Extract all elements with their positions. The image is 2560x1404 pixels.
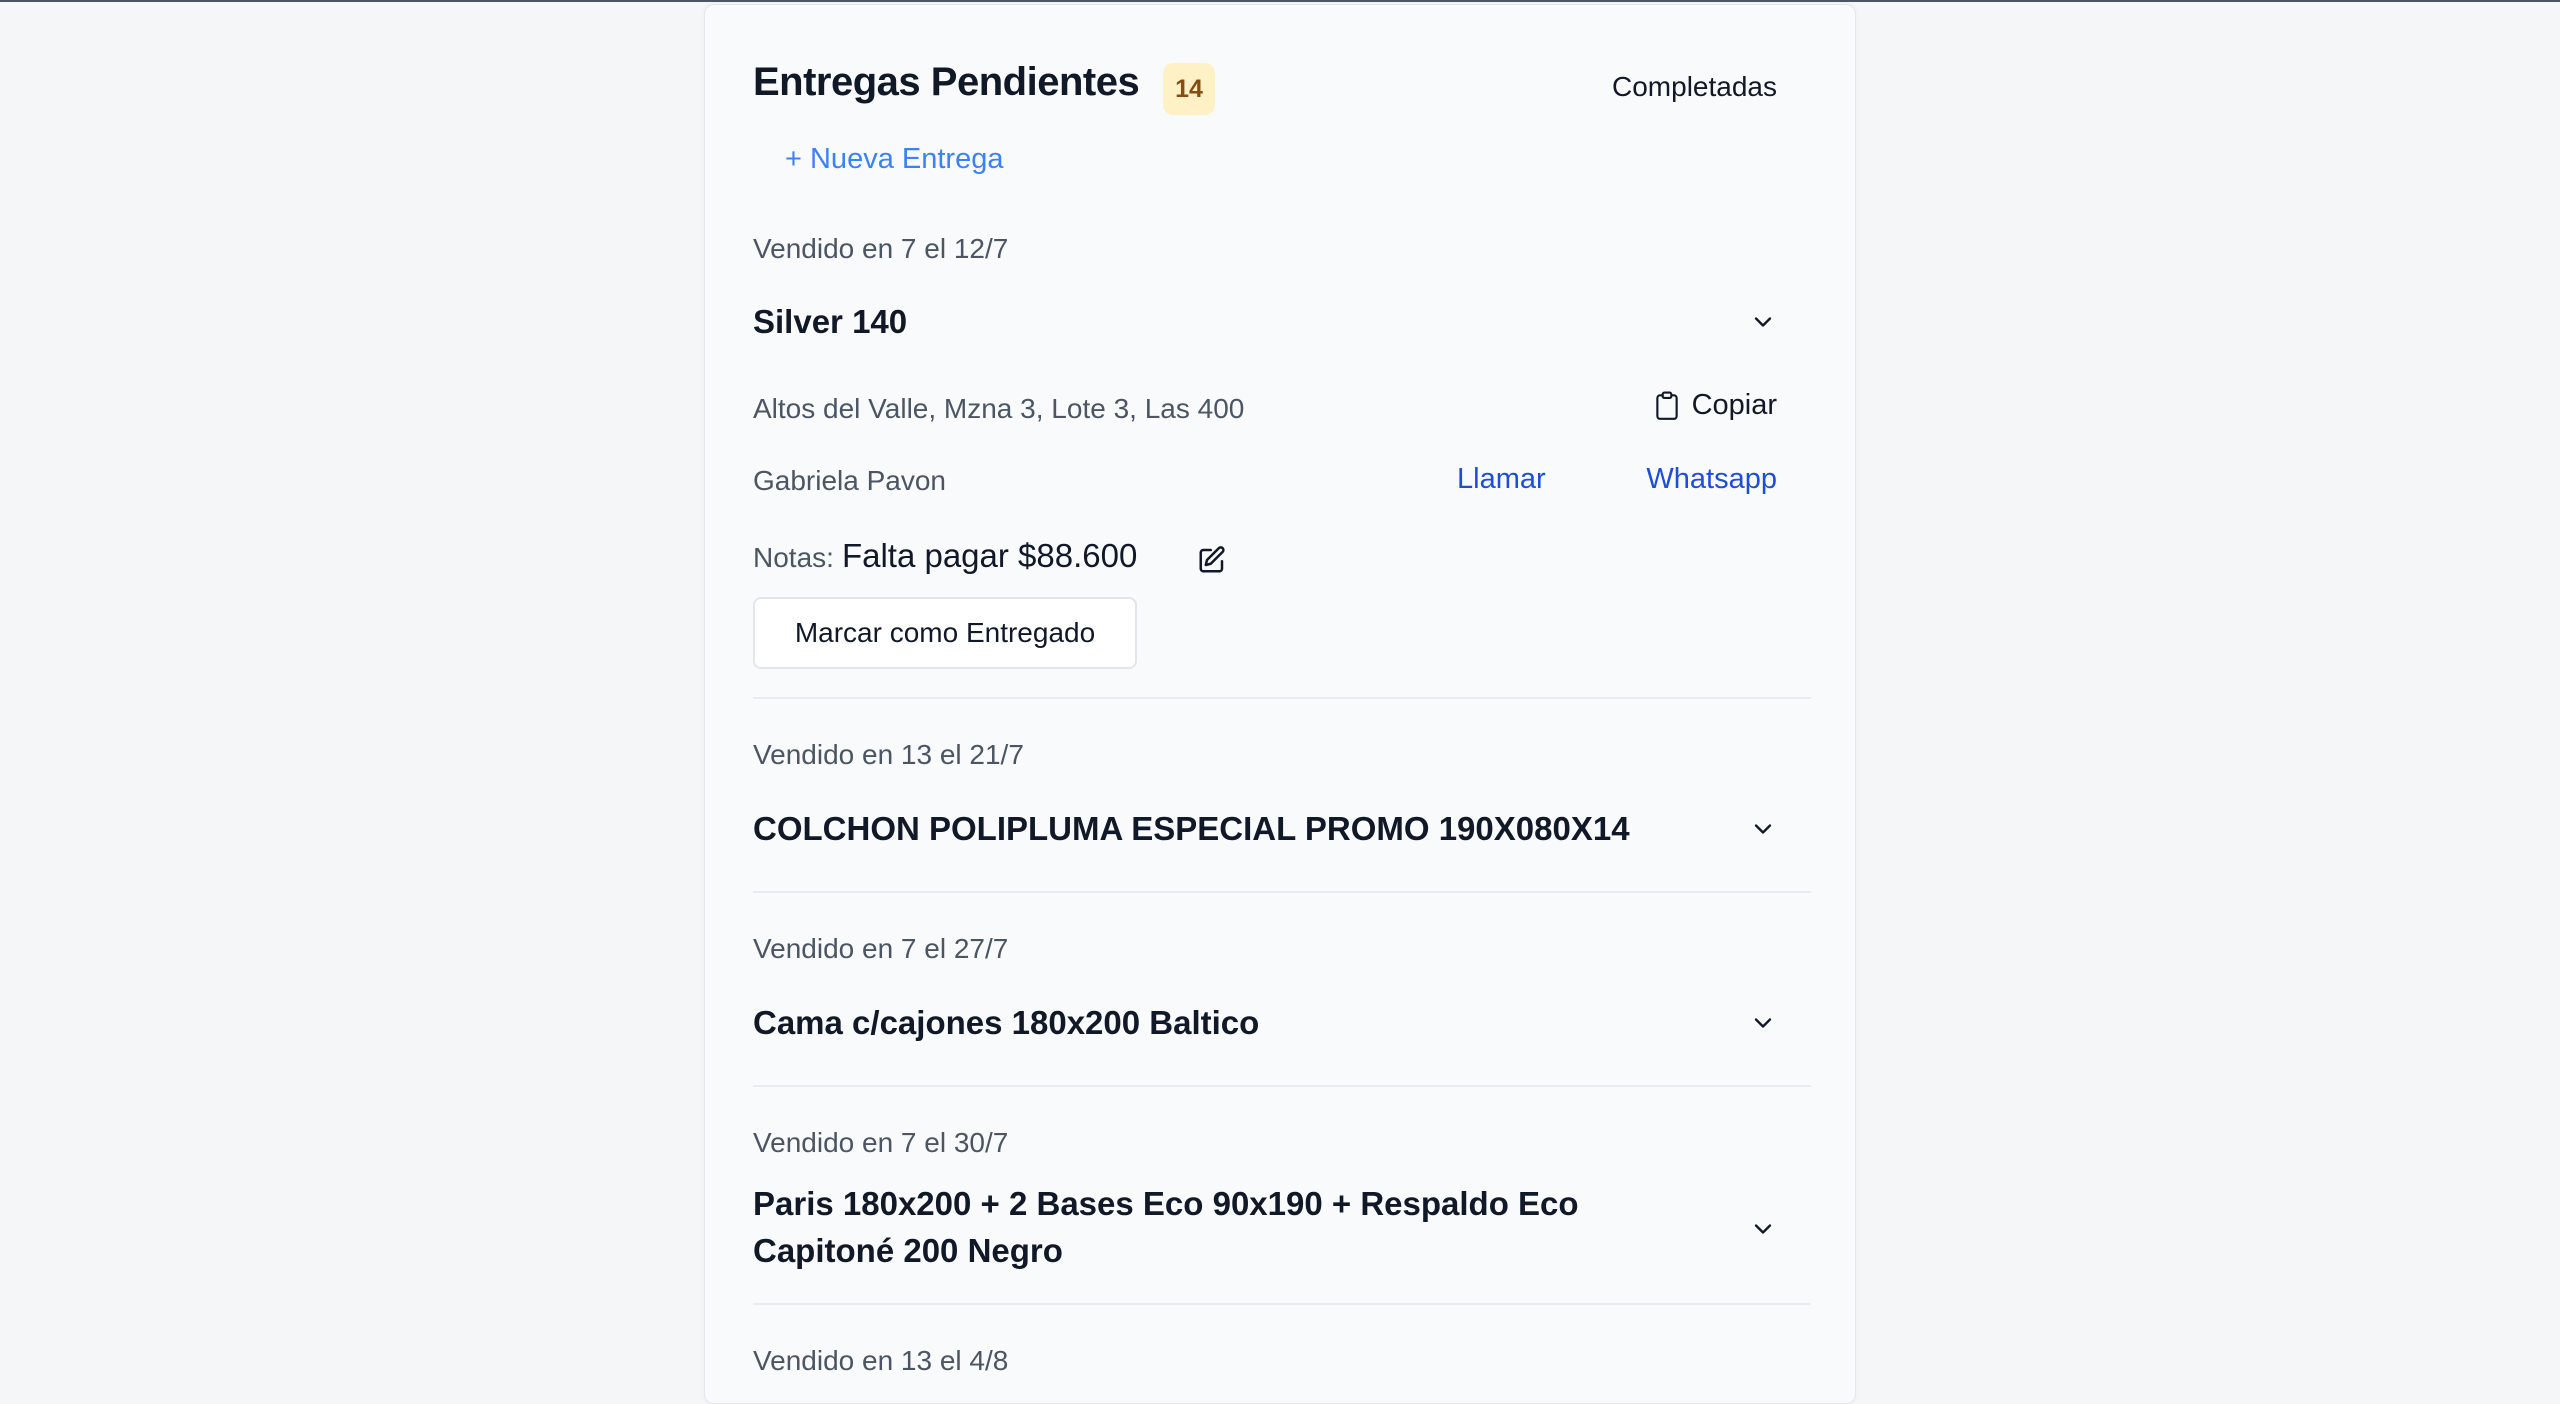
delivery-product-name: Silver 140 bbox=[753, 303, 908, 340]
notes-label: Notas: bbox=[753, 542, 834, 573]
divider bbox=[753, 891, 1811, 893]
divider bbox=[753, 697, 1811, 699]
chevron-down-icon[interactable] bbox=[1749, 1009, 1777, 1037]
delivery-sold-info: Vendido en 7 el 27/7 bbox=[753, 933, 1009, 964]
deliveries-panel: Entregas Pendientes 14 Completadas + Nue… bbox=[704, 4, 1856, 1404]
delivery-product-name: COLCHON POLIPLUMA ESPECIAL PROMO 190X080… bbox=[753, 810, 1630, 847]
clipboard-icon bbox=[1655, 391, 1678, 420]
window-top-border bbox=[0, 0, 2560, 2]
whatsapp-link[interactable]: Whatsapp bbox=[1646, 463, 1777, 496]
chevron-down-icon[interactable] bbox=[1749, 308, 1777, 336]
tab-completed[interactable]: Completadas bbox=[1612, 71, 1777, 103]
delivery-sold-info: Vendido en 13 el 4/8 bbox=[753, 1345, 1009, 1376]
new-delivery-link[interactable]: + Nueva Entrega bbox=[785, 143, 1003, 176]
delivery-product-name: Paris 180x200 + 2 Bases Eco 90x190 + Res… bbox=[753, 1185, 1579, 1269]
chevron-down-icon[interactable] bbox=[1749, 815, 1777, 843]
pending-count-badge: 14 bbox=[1163, 63, 1215, 115]
notes-value: Falta pagar $88.600 bbox=[841, 537, 1138, 574]
divider bbox=[753, 1303, 1811, 1305]
delivery-address: Altos del Valle, Mzna 3, Lote 3, Las 400 bbox=[753, 393, 1245, 424]
chevron-down-icon[interactable] bbox=[1749, 1215, 1777, 1243]
customer-name: Gabriela Pavon bbox=[753, 465, 947, 496]
mark-delivered-button[interactable]: Marcar como Entregado bbox=[753, 597, 1137, 669]
delivery-sold-info: Vendido en 7 el 12/7 bbox=[753, 233, 1009, 264]
delivery-product-name: Cama c/cajones 180x200 Baltico bbox=[753, 1004, 1260, 1041]
copy-address-button[interactable]: Copiar bbox=[1654, 389, 1777, 422]
delivery-notes: Notas: Falta pagar $88.600 bbox=[753, 537, 1137, 575]
divider bbox=[753, 1085, 1811, 1087]
delivery-sold-info: Vendido en 13 el 21/7 bbox=[753, 739, 1024, 770]
page-title: Entregas Pendientes bbox=[753, 60, 1140, 104]
delivery-sold-info: Vendido en 7 el 30/7 bbox=[753, 1127, 1009, 1158]
edit-icon[interactable] bbox=[1197, 545, 1227, 575]
copy-label: Copiar bbox=[1691, 389, 1777, 421]
call-link[interactable]: Llamar bbox=[1457, 463, 1546, 496]
